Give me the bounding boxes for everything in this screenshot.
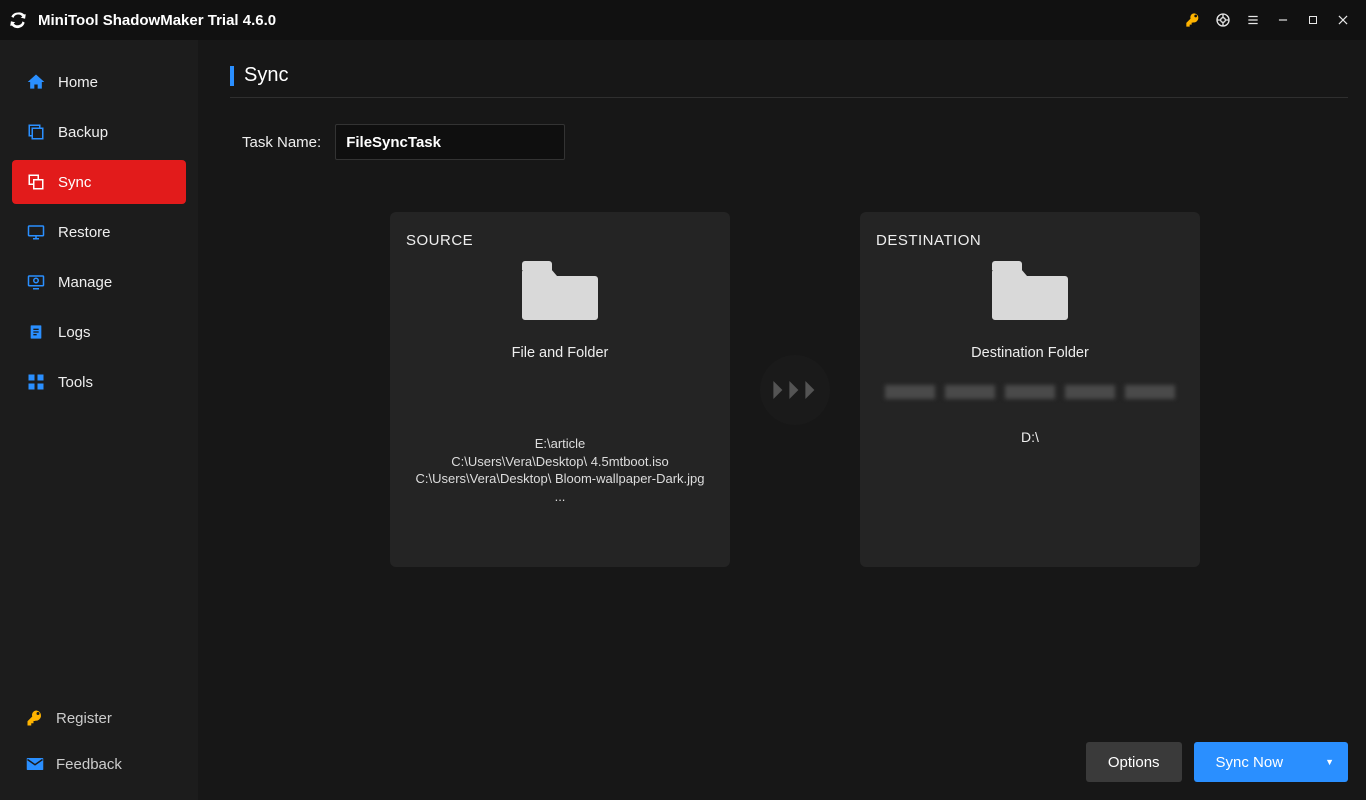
sidebar-item-sync[interactable]: Sync <box>12 160 186 204</box>
task-name-row: Task Name: <box>230 124 1348 160</box>
sidebar-item-label: Restore <box>58 224 111 241</box>
sync-direction-icon <box>760 355 830 425</box>
cards-row: SOURCE File and Folder E:\article C:\Use… <box>390 212 1348 567</box>
home-icon <box>26 72 46 92</box>
backup-icon <box>26 122 46 142</box>
sync-icon <box>26 172 46 192</box>
tools-icon <box>26 372 46 392</box>
mail-icon <box>26 757 44 771</box>
chevron-down-icon: ▼ <box>1325 757 1334 767</box>
app-title: MiniTool ShadowMaker Trial 4.6.0 <box>38 12 276 29</box>
source-heading: SOURCE <box>406 232 714 249</box>
sidebar-feedback-label: Feedback <box>56 756 122 773</box>
sidebar-register-label: Register <box>56 710 112 727</box>
sidebar-item-manage[interactable]: Manage <box>12 260 186 304</box>
task-name-label: Task Name: <box>242 134 321 151</box>
sidebar-item-backup[interactable]: Backup <box>12 110 186 154</box>
maximize-icon[interactable] <box>1298 5 1328 35</box>
restore-icon <box>26 222 46 242</box>
sidebar-item-label: Home <box>58 74 98 91</box>
sidebar-item-label: Tools <box>58 374 93 391</box>
destination-subtitle: Destination Folder <box>876 345 1184 361</box>
source-paths: E:\article C:\Users\Vera\Desktop\ 4.5mtb… <box>406 435 714 505</box>
buoy-icon[interactable] <box>1208 5 1238 35</box>
task-name-input[interactable] <box>335 124 565 160</box>
page-title: Sync <box>244 64 288 87</box>
page-header: Sync <box>230 64 1348 87</box>
folder-icon <box>406 259 714 321</box>
main-panel: Sync Task Name: SOURCE File and Folder E… <box>198 40 1366 800</box>
sidebar-item-tools[interactable]: Tools <box>12 360 186 404</box>
sidebar-feedback[interactable]: Feedback <box>12 744 186 784</box>
sidebar: Home Backup Sync Restore Manage Logs <box>0 40 198 800</box>
options-button[interactable]: Options <box>1086 742 1182 782</box>
options-label: Options <box>1108 754 1160 771</box>
sidebar-item-restore[interactable]: Restore <box>12 210 186 254</box>
app-logo-icon <box>8 10 28 30</box>
sync-now-button[interactable]: Sync Now ▼ <box>1194 742 1348 782</box>
accent-bar <box>230 66 234 86</box>
folder-icon <box>876 259 1184 321</box>
source-card[interactable]: SOURCE File and Folder E:\article C:\Use… <box>390 212 730 567</box>
header-divider <box>230 97 1348 98</box>
title-bar: MiniTool ShadowMaker Trial 4.6.0 <box>0 0 1366 40</box>
sidebar-item-label: Logs <box>58 324 91 341</box>
manage-icon <box>26 272 46 292</box>
sidebar-item-label: Backup <box>58 124 108 141</box>
app-logo: MiniTool ShadowMaker Trial 4.6.0 <box>8 10 276 30</box>
logs-icon <box>26 322 46 342</box>
source-subtitle: File and Folder <box>406 345 714 361</box>
sidebar-item-label: Manage <box>58 274 112 291</box>
footer-buttons: Options Sync Now ▼ <box>1086 742 1348 782</box>
destination-path-redacted <box>876 385 1184 407</box>
sync-now-label: Sync Now <box>1216 754 1284 771</box>
sidebar-register[interactable]: Register <box>12 698 186 738</box>
close-icon[interactable] <box>1328 5 1358 35</box>
sidebar-item-logs[interactable]: Logs <box>12 310 186 354</box>
minimize-icon[interactable] <box>1268 5 1298 35</box>
register-key-icon[interactable] <box>1178 5 1208 35</box>
key-icon <box>26 709 44 727</box>
destination-heading: DESTINATION <box>876 232 1184 249</box>
destination-drive: D:\ <box>876 429 1184 445</box>
menu-icon[interactable] <box>1238 5 1268 35</box>
sidebar-item-label: Sync <box>58 174 91 191</box>
destination-card[interactable]: DESTINATION Destination Folder D:\ <box>860 212 1200 567</box>
sidebar-item-home[interactable]: Home <box>12 60 186 104</box>
